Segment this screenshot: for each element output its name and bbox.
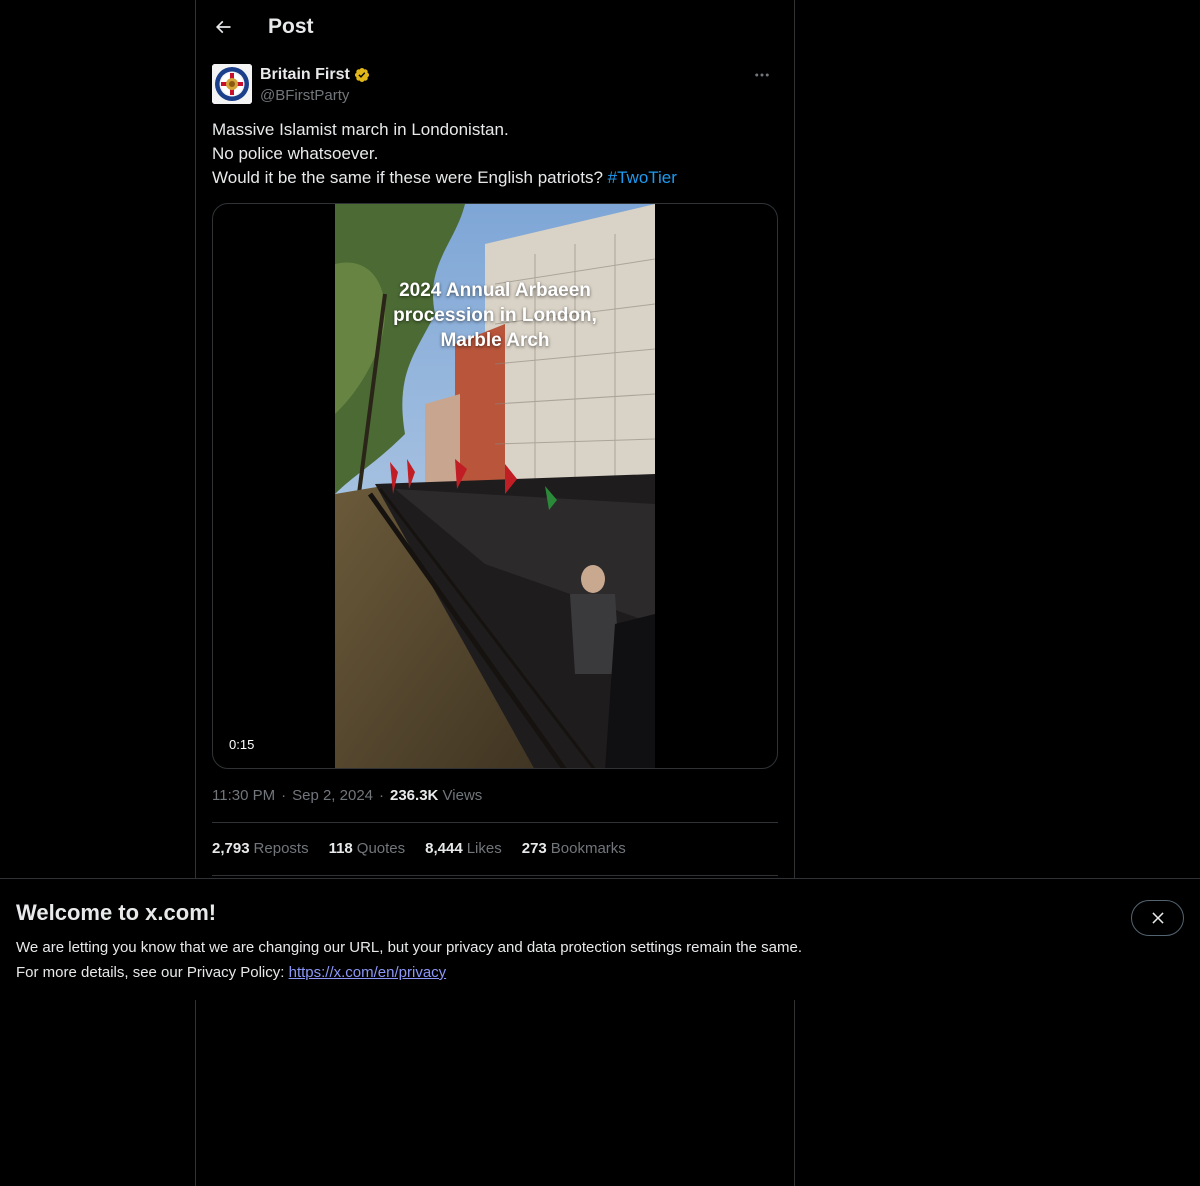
quotes-stat[interactable]: 118 Quotes (329, 838, 406, 860)
post-text-line-3: Would it be the same if these were Engli… (212, 166, 778, 190)
page-title: Post (268, 15, 314, 38)
banner-line-2-prefix: For more details, see our Privacy Policy… (16, 964, 285, 981)
video-duration: 0:15 (221, 734, 263, 756)
likes-label: Likes (466, 840, 502, 857)
post-date[interactable]: Sep 2, 2024 (292, 787, 373, 804)
verified-badge-icon[interactable] (353, 66, 371, 84)
banner-close-button[interactable] (1131, 900, 1184, 936)
reposts-stat[interactable]: 2,793 Reposts (212, 838, 309, 860)
video-player[interactable]: 2024 Annual Arbaeen procession in London… (212, 203, 778, 769)
britain-first-logo-icon (212, 64, 252, 104)
views-count: 236.3K (390, 787, 439, 804)
banner-line-2: For more details, see our Privacy Policy… (16, 960, 1016, 985)
back-button[interactable] (204, 8, 242, 46)
post-stats: 2,793 Reposts 118 Quotes 8,444 Likes 273 Boo… (212, 838, 646, 860)
post-text-line-2: No police whatsoever. (212, 144, 379, 163)
more-dots-icon (755, 73, 769, 77)
author-names: Britain First @BFirstParty (260, 64, 371, 106)
bookmarks-label: Bookmarks (550, 840, 626, 857)
bookmarks-count: 273 (521, 840, 547, 857)
divider (212, 875, 778, 876)
author-display-name[interactable]: Britain First (260, 65, 350, 85)
post-author: Britain First @BFirstParty (212, 64, 778, 108)
views-label: Views (442, 787, 483, 804)
bookmarks-stat[interactable]: 273 Bookmarks (522, 838, 626, 860)
quotes-count: 118 (328, 840, 353, 857)
video-thumbnail[interactable]: 2024 Annual Arbaeen procession in London… (335, 204, 655, 768)
post-text-line-3-body: Would it be the same if these were Engli… (212, 168, 603, 187)
banner-title: Welcome to x.com! (16, 900, 217, 925)
video-caption: 2024 Annual Arbaeen procession in London… (393, 280, 597, 351)
post-time[interactable]: 11:30 PM (212, 787, 275, 804)
author-handle[interactable]: @BFirstParty (260, 86, 371, 106)
welcome-banner: Welcome to x.com! We are letting you kno… (0, 878, 1200, 1000)
privacy-policy-link[interactable]: https://x.com/en/privacy (289, 964, 447, 981)
page-header: Post (196, 0, 794, 54)
primary-column: Post Britain First @BFirstParty Massive … (195, 0, 795, 1186)
avatar[interactable] (212, 64, 252, 104)
banner-text: We are letting you know that we are chan… (16, 935, 1016, 985)
divider (212, 822, 778, 823)
post-text-line-1: Massive Islamist march in Londonistan. (212, 120, 509, 139)
banner-line-1: We are letting you know that we are chan… (16, 939, 802, 956)
post-text: Massive Islamist march in Londonistan. N… (212, 118, 778, 190)
more-options-button[interactable] (746, 64, 778, 86)
meta-separator: · (379, 787, 384, 804)
reposts-count: 2,793 (212, 840, 250, 857)
quotes-label: Quotes (356, 840, 406, 857)
meta-separator: · (281, 787, 287, 804)
likes-stat[interactable]: 8,444 Likes (425, 838, 502, 860)
post-meta: 11:30 PM · Sep 2, 2024 · 236.3K Views (212, 785, 482, 807)
arrow-left-icon (215, 20, 231, 34)
hashtag-link[interactable]: #TwoTier (608, 168, 677, 187)
likes-count: 8,444 (425, 840, 463, 857)
close-icon (1151, 912, 1164, 924)
reposts-label: Reposts (253, 840, 309, 857)
